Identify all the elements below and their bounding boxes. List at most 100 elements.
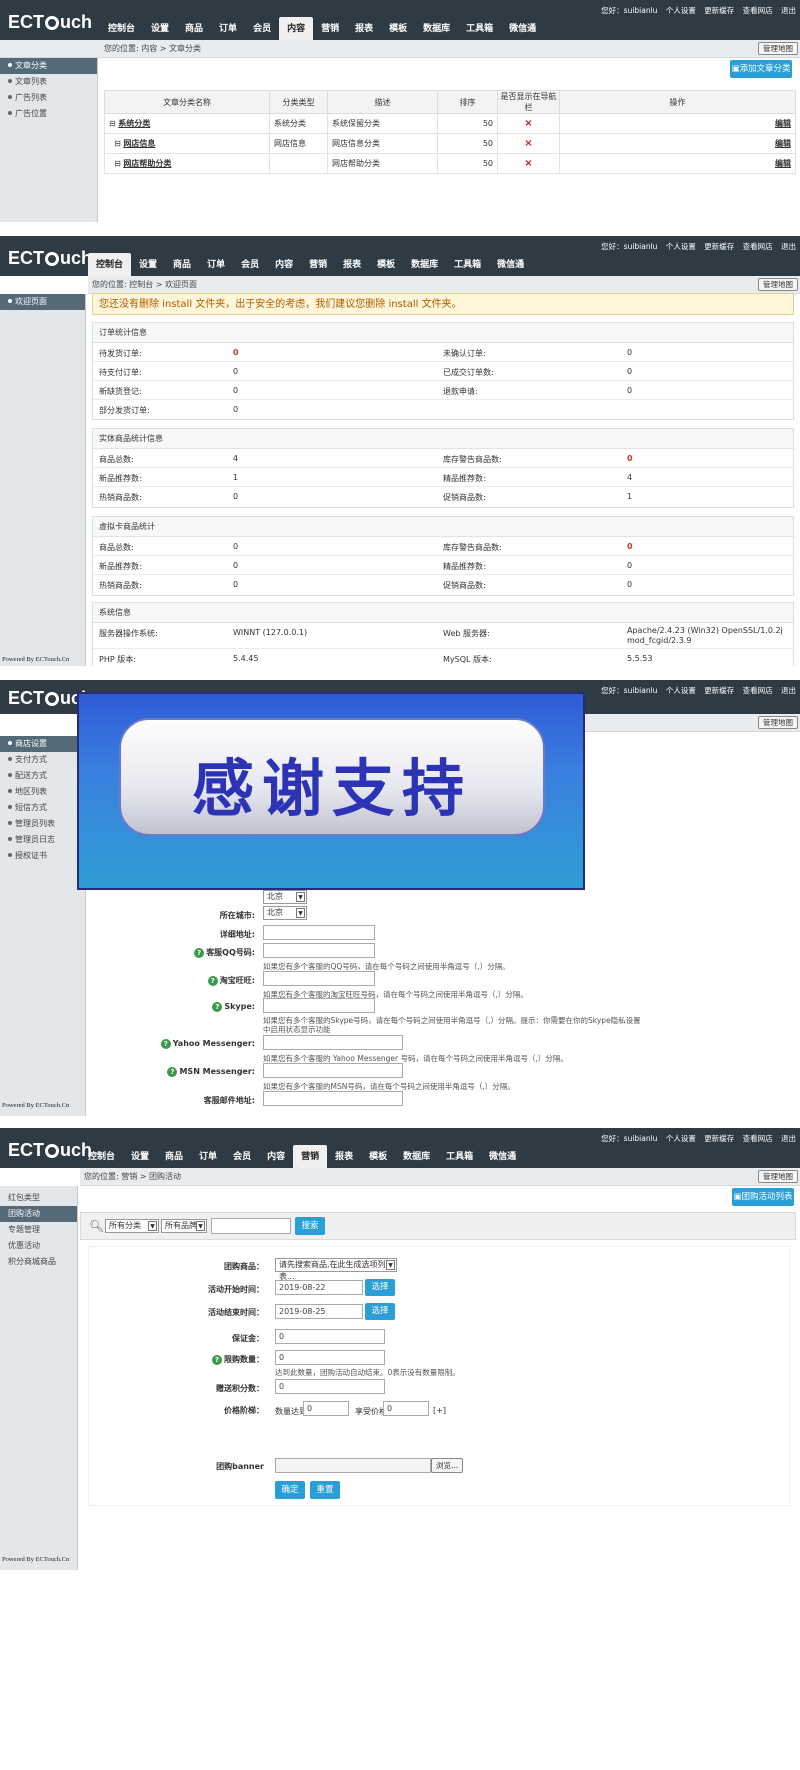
minus-icon[interactable]: ⊟ xyxy=(114,139,121,148)
tab-templates[interactable]: 模板 xyxy=(369,254,403,276)
link-personal-settings[interactable]: 个人设置 xyxy=(666,686,696,695)
tab-toolbox[interactable]: 工具箱 xyxy=(446,254,489,276)
tab-console[interactable]: 控制台 xyxy=(100,18,143,40)
skype-input[interactable] xyxy=(263,998,375,1013)
deposit-input[interactable]: 0 xyxy=(275,1329,385,1344)
tab-marketing[interactable]: 营销 xyxy=(301,254,335,276)
sidebar-item-shipping[interactable]: 配送方式 xyxy=(0,768,85,784)
tab-console[interactable]: 控制台 xyxy=(88,253,132,278)
help-icon[interactable]: ? xyxy=(212,1355,222,1365)
qq-input[interactable] xyxy=(263,943,375,958)
edit-link[interactable]: 编辑 xyxy=(775,139,791,148)
help-icon[interactable]: ? xyxy=(207,976,218,986)
category-link[interactable]: 系统分类 xyxy=(118,119,150,128)
sidebar-item-article-list[interactable]: 文章列表 xyxy=(0,74,97,90)
cell-order[interactable]: 50 xyxy=(437,113,498,134)
link-logout[interactable]: 退出 xyxy=(781,686,796,695)
keyword-input[interactable] xyxy=(211,1218,291,1234)
sidebar-item-regions[interactable]: 地区列表 xyxy=(0,784,85,800)
address-input[interactable] xyxy=(263,925,375,940)
category-link[interactable]: 网店信息 xyxy=(123,139,155,148)
sidebar-item-group-buy[interactable]: 团购活动 xyxy=(0,1206,77,1222)
tab-members[interactable]: 会员 xyxy=(245,18,279,40)
sidebar-item-admin-logs[interactable]: 管理员日志 xyxy=(0,832,85,848)
sidebar-item-topics[interactable]: 专题管理 xyxy=(0,1222,77,1238)
tab-content[interactable]: 内容 xyxy=(279,17,314,42)
sidebar-item-points-mall[interactable]: 积分商城商品 xyxy=(0,1254,77,1270)
tab-members[interactable]: 会员 xyxy=(233,254,267,276)
ladder-add-link[interactable]: [+] xyxy=(433,1406,446,1415)
link-logout[interactable]: 退出 xyxy=(781,242,796,251)
category-link[interactable]: 网店帮助分类 xyxy=(123,159,171,168)
link-view-shop[interactable]: 查看网店 xyxy=(743,6,773,15)
link-refresh-cache[interactable]: 更新缓存 xyxy=(704,686,734,695)
link-personal-settings[interactable]: 个人设置 xyxy=(666,1134,696,1143)
search-button[interactable]: 搜索 xyxy=(295,1217,325,1235)
link-view-shop[interactable]: 查看网店 xyxy=(743,242,773,251)
minus-icon[interactable]: ⊟ xyxy=(114,159,121,168)
end-pick-button[interactable]: 选择 xyxy=(365,1303,395,1320)
tab-marketing[interactable]: 营销 xyxy=(313,18,347,40)
ladder-price-input[interactable]: 0 xyxy=(383,1401,429,1416)
tab-orders[interactable]: 订单 xyxy=(199,254,233,276)
tab-goods[interactable]: 商品 xyxy=(157,1146,191,1168)
sidebar-item-sms[interactable]: 短信方式 xyxy=(0,800,85,816)
brand-filter[interactable]: 所有品牌 ▼ xyxy=(161,1219,207,1233)
sidebar-item-ad-positions[interactable]: 广告位置 xyxy=(0,106,97,122)
browse-button[interactable]: 浏览... xyxy=(431,1458,464,1473)
tab-wechat[interactable]: 微信通 xyxy=(481,1146,524,1168)
sidebar-item-welcome[interactable]: 欢迎页面 xyxy=(0,294,85,310)
tab-members[interactable]: 会员 xyxy=(225,1146,259,1168)
minus-icon[interactable]: ⊟ xyxy=(109,119,116,128)
link-view-shop[interactable]: 查看网店 xyxy=(743,1134,773,1143)
admin-map-button[interactable]: 管理地图 xyxy=(758,1170,798,1183)
start-time-input[interactable]: 2019-08-22 xyxy=(275,1280,363,1295)
link-logout[interactable]: 退出 xyxy=(781,6,796,15)
limit-input[interactable]: 0 xyxy=(275,1350,385,1365)
tab-orders[interactable]: 订单 xyxy=(211,18,245,40)
tab-settings[interactable]: 设置 xyxy=(123,1146,157,1168)
tab-wechat[interactable]: 微信通 xyxy=(489,254,532,276)
wangwang-input[interactable] xyxy=(263,971,375,986)
tab-reports[interactable]: 报表 xyxy=(327,1146,361,1168)
confirm-button[interactable]: 确定 xyxy=(275,1481,305,1499)
edit-link[interactable]: 编辑 xyxy=(775,119,791,128)
tab-reports[interactable]: 报表 xyxy=(335,254,369,276)
tab-database[interactable]: 数据库 xyxy=(395,1146,438,1168)
link-refresh-cache[interactable]: 更新缓存 xyxy=(704,242,734,251)
end-time-input[interactable]: 2019-08-25 xyxy=(275,1304,363,1319)
link-logout[interactable]: 退出 xyxy=(781,1134,796,1143)
link-view-shop[interactable]: 查看网店 xyxy=(743,686,773,695)
link-refresh-cache[interactable]: 更新缓存 xyxy=(704,6,734,15)
goods-select[interactable]: 请先搜索商品,在此生成选项列表... ▼ xyxy=(275,1258,397,1281)
tab-toolbox[interactable]: 工具箱 xyxy=(458,18,501,40)
ladder-qty-input[interactable]: 0 xyxy=(303,1401,349,1416)
help-icon[interactable]: ? xyxy=(194,948,205,958)
banner-file-input[interactable] xyxy=(275,1458,431,1473)
tab-content[interactable]: 内容 xyxy=(259,1146,293,1168)
msn-input[interactable] xyxy=(263,1063,403,1078)
sidebar-item-article-categories[interactable]: 文章分类 xyxy=(0,58,97,74)
link-personal-settings[interactable]: 个人设置 xyxy=(666,242,696,251)
points-input[interactable]: 0 xyxy=(275,1379,385,1394)
tab-content[interactable]: 内容 xyxy=(267,254,301,276)
link-personal-settings[interactable]: 个人设置 xyxy=(666,6,696,15)
tab-orders[interactable]: 订单 xyxy=(191,1146,225,1168)
yahoo-input[interactable] xyxy=(263,1035,403,1050)
tab-database[interactable]: 数据库 xyxy=(415,18,458,40)
admin-map-button[interactable]: 管理地图 xyxy=(758,716,798,729)
cell-order[interactable]: 50 xyxy=(437,153,498,174)
add-article-category-button[interactable]: ▣添加文章分类 xyxy=(730,60,792,78)
group-buy-list-button[interactable]: ▣团购活动列表 xyxy=(732,1188,794,1206)
tab-templates[interactable]: 模板 xyxy=(361,1146,395,1168)
tab-marketing[interactable]: 营销 xyxy=(293,1145,328,1170)
tab-wechat[interactable]: 微信通 xyxy=(501,18,544,40)
province-select[interactable]: 北京 ▼ xyxy=(263,890,307,904)
admin-map-button[interactable]: 管理地图 xyxy=(758,278,798,291)
cell-order[interactable]: 50 xyxy=(437,133,498,154)
sidebar-item-ad-list[interactable]: 广告列表 xyxy=(0,90,97,106)
help-icon[interactable]: ? xyxy=(160,1039,171,1049)
admin-map-button[interactable]: 管理地图 xyxy=(758,42,798,55)
sidebar-item-promotions[interactable]: 优惠活动 xyxy=(0,1238,77,1254)
cross-icon[interactable]: × xyxy=(497,153,560,174)
